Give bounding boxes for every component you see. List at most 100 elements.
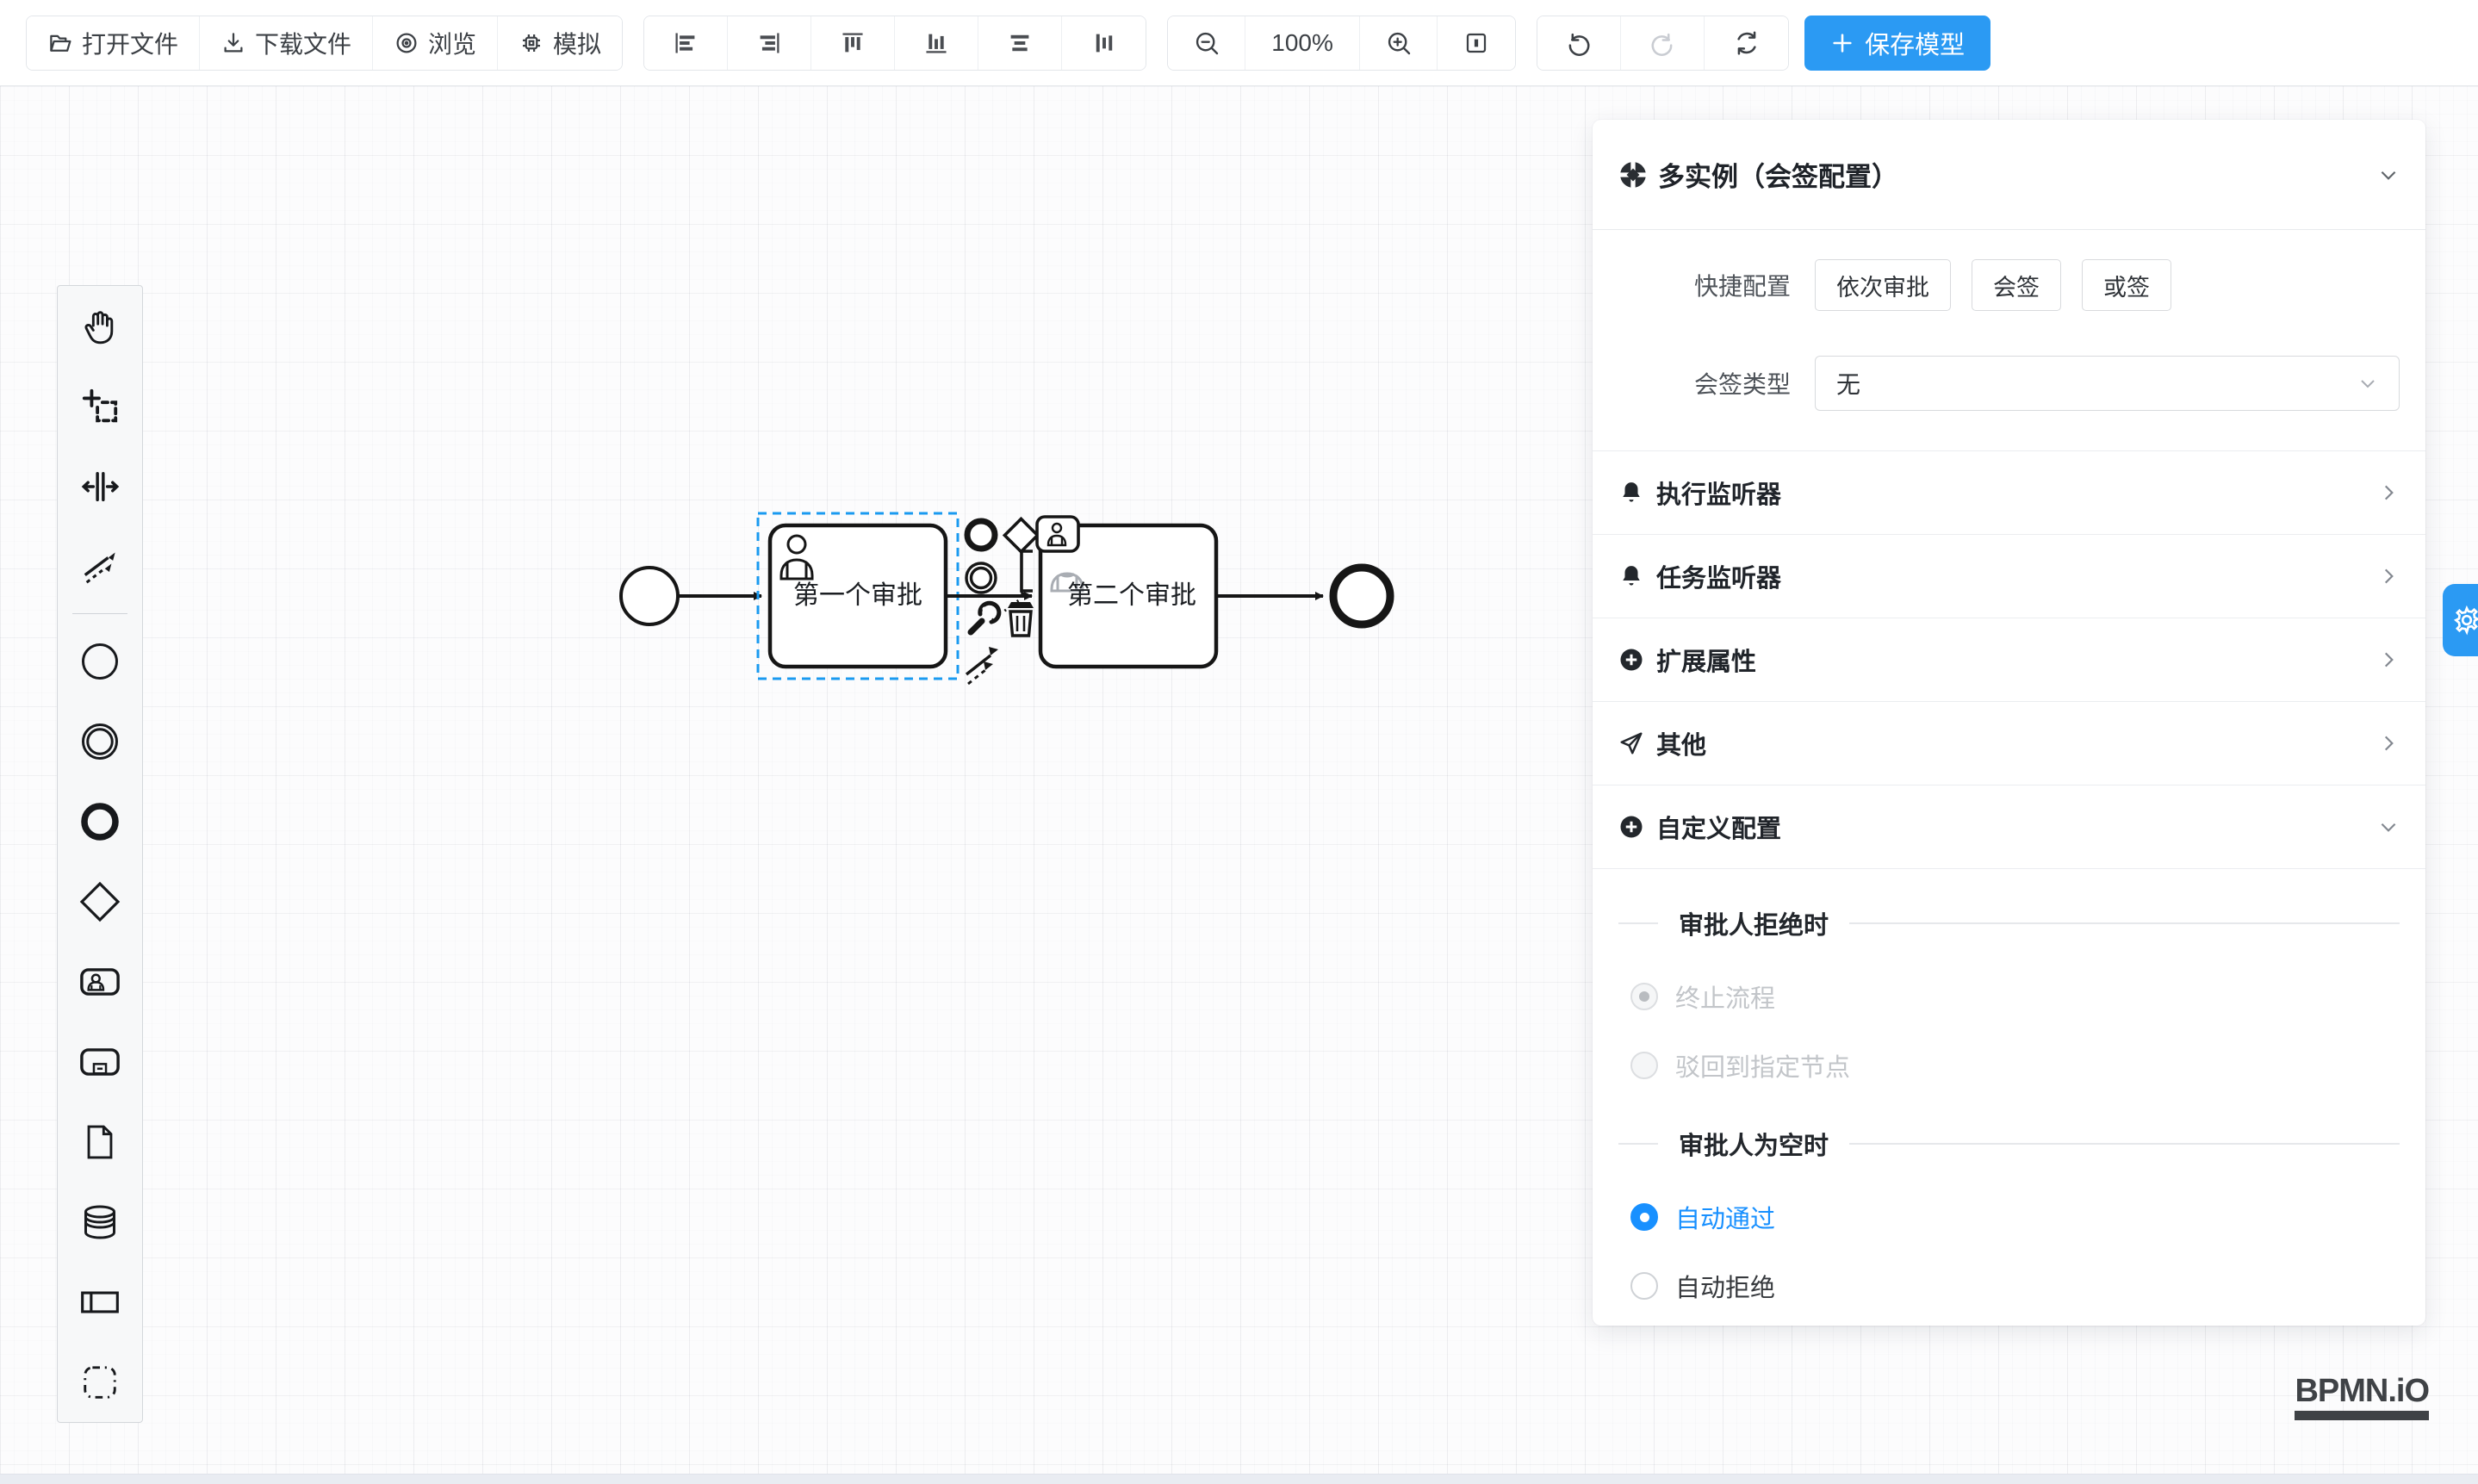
panel-toggle-tab[interactable] (2443, 584, 2478, 656)
palette (57, 285, 143, 1423)
panel-sections: 执行监听器 任务监听器 扩展属性 其他 自定义配置 (1593, 450, 2425, 869)
chevron-right-icon (2377, 732, 2400, 754)
global-connect-icon (80, 547, 120, 587)
global-connect-tool[interactable] (58, 526, 142, 606)
align-top-button[interactable] (811, 16, 895, 70)
sign-type-select[interactable]: 无 (1815, 356, 2400, 411)
align-bottom-button[interactable] (895, 16, 978, 70)
task2-label: 第二个审批 (1067, 581, 1196, 610)
file-button-group: 打开文件 下载文件 浏览 模拟 (26, 16, 623, 71)
quick-config-countersign-button[interactable]: 会签 (1972, 259, 2061, 311)
bpmn-io-logo[interactable]: BPMN.iO (2295, 1373, 2429, 1420)
create-data-store[interactable] (58, 1182, 142, 1262)
end-event[interactable] (1333, 568, 1390, 624)
zoom-level: 100% (1245, 16, 1360, 70)
radio-auto-pass[interactable]: 自动通过 (1618, 1198, 2400, 1236)
create-intermediate-event[interactable] (58, 701, 142, 781)
create-gateway[interactable] (58, 861, 142, 941)
toolbar: 打开文件 下载文件 浏览 模拟 (0, 0, 2478, 86)
append-gateway-icon[interactable] (1004, 518, 1037, 551)
custom-config-body: 审批人拒绝时 终止流程 驳回到指定节点 审批人为空时 自动通过 自动拒绝 指定成… (1593, 869, 2425, 1326)
user-task-1[interactable]: 第一个审批 (770, 525, 946, 667)
panel-header-multi-instance[interactable]: 多实例（会签配置） (1593, 120, 2425, 230)
hand-tool[interactable] (58, 286, 142, 366)
zoom-in-icon (1385, 29, 1413, 57)
wrench-icon[interactable] (971, 603, 999, 632)
bell-icon (1618, 563, 1644, 589)
section-task-listener[interactable]: 任务监听器 (1593, 535, 2425, 618)
preview-button[interactable]: 浏览 (373, 16, 498, 70)
section-extended-properties[interactable]: 扩展属性 (1593, 618, 2425, 702)
create-start-event[interactable] (58, 621, 142, 701)
palette-separator (72, 613, 127, 614)
append-intermediate-event-icon[interactable] (966, 563, 996, 593)
space-tool-icon (80, 467, 120, 506)
trash-icon[interactable] (1008, 602, 1034, 636)
lasso-tool[interactable] (58, 366, 142, 446)
fit-viewport-button[interactable] (1438, 16, 1515, 70)
simulate-button[interactable]: 模拟 (498, 16, 622, 70)
chevron-down-icon (2377, 816, 2400, 838)
create-user-task[interactable] (58, 941, 142, 1021)
bottom-strip (0, 1474, 2478, 1484)
create-participant[interactable] (58, 1262, 142, 1342)
download-file-button[interactable]: 下载文件 (200, 16, 373, 70)
sign-type-value: 无 (1836, 366, 1860, 400)
chip-icon (519, 30, 544, 56)
align-right-button[interactable] (728, 16, 811, 70)
append-user-task-icon[interactable] (1037, 517, 1078, 551)
section-execution-listener[interactable]: 执行监听器 (1593, 451, 2425, 535)
align-center-button[interactable] (1062, 16, 1146, 70)
radio-circle (1630, 983, 1658, 1010)
section-custom-config[interactable]: 自定义配置 (1593, 785, 2425, 869)
simulate-label: 模拟 (553, 26, 601, 60)
save-model-label: 保存模型 (1865, 25, 1965, 61)
quick-config-label: 快捷配置 (1618, 268, 1791, 302)
open-file-button[interactable]: 打开文件 (27, 16, 200, 70)
quick-config-orsign-button[interactable]: 或签 (2082, 259, 2171, 311)
intermediate-event-icon (79, 721, 121, 762)
subprocess-icon (78, 1040, 121, 1084)
space-tool[interactable] (58, 446, 142, 526)
end-event-icon (79, 801, 121, 842)
create-group[interactable] (58, 1342, 142, 1422)
bell-icon (1618, 480, 1644, 506)
align-middle-button[interactable] (978, 16, 1062, 70)
reset-button[interactable] (1705, 16, 1788, 70)
undo-button[interactable] (1537, 16, 1621, 70)
append-end-event-icon[interactable] (967, 521, 995, 549)
create-data-object[interactable] (58, 1102, 142, 1182)
sign-type-label: 会签类型 (1618, 366, 1791, 400)
folder-icon (47, 30, 73, 56)
chevron-right-icon (2377, 481, 2400, 504)
user-task-icon (78, 960, 121, 1003)
radio-return-to-node: 驳回到指定节点 (1618, 1046, 2400, 1084)
radio-terminate-process: 终止流程 (1618, 978, 2400, 1015)
section-other[interactable]: 其他 (1593, 702, 2425, 785)
create-subprocess[interactable] (58, 1021, 142, 1102)
plus-icon (1830, 31, 1854, 55)
quick-config-sequential-button[interactable]: 依次审批 (1815, 259, 1951, 311)
align-right-icon (756, 30, 782, 56)
zoom-button-group: 100% (1167, 16, 1516, 71)
start-event-icon (79, 641, 121, 682)
save-model-button[interactable]: 保存模型 (1804, 16, 1990, 71)
radio-auto-reject[interactable]: 自动拒绝 (1618, 1267, 2400, 1305)
align-bottom-icon (923, 30, 949, 56)
zoom-in-button[interactable] (1360, 16, 1438, 70)
start-event[interactable] (621, 568, 678, 624)
zoom-out-button[interactable] (1168, 16, 1245, 70)
redo-button[interactable] (1621, 16, 1705, 70)
chevron-down-icon (2357, 373, 2378, 394)
align-left-button[interactable] (644, 16, 728, 70)
divider-approver-reject: 审批人拒绝时 (1618, 905, 2400, 941)
connect-tool-icon[interactable] (966, 647, 998, 684)
eye-icon (394, 30, 419, 56)
align-left-icon (673, 30, 699, 56)
data-store-icon (79, 1201, 121, 1243)
download-file-label: 下载文件 (255, 26, 351, 60)
create-end-event[interactable] (58, 781, 142, 861)
data-object-icon (80, 1122, 120, 1162)
history-button-group (1537, 16, 1789, 71)
divider-approver-empty: 审批人为空时 (1618, 1126, 2400, 1162)
